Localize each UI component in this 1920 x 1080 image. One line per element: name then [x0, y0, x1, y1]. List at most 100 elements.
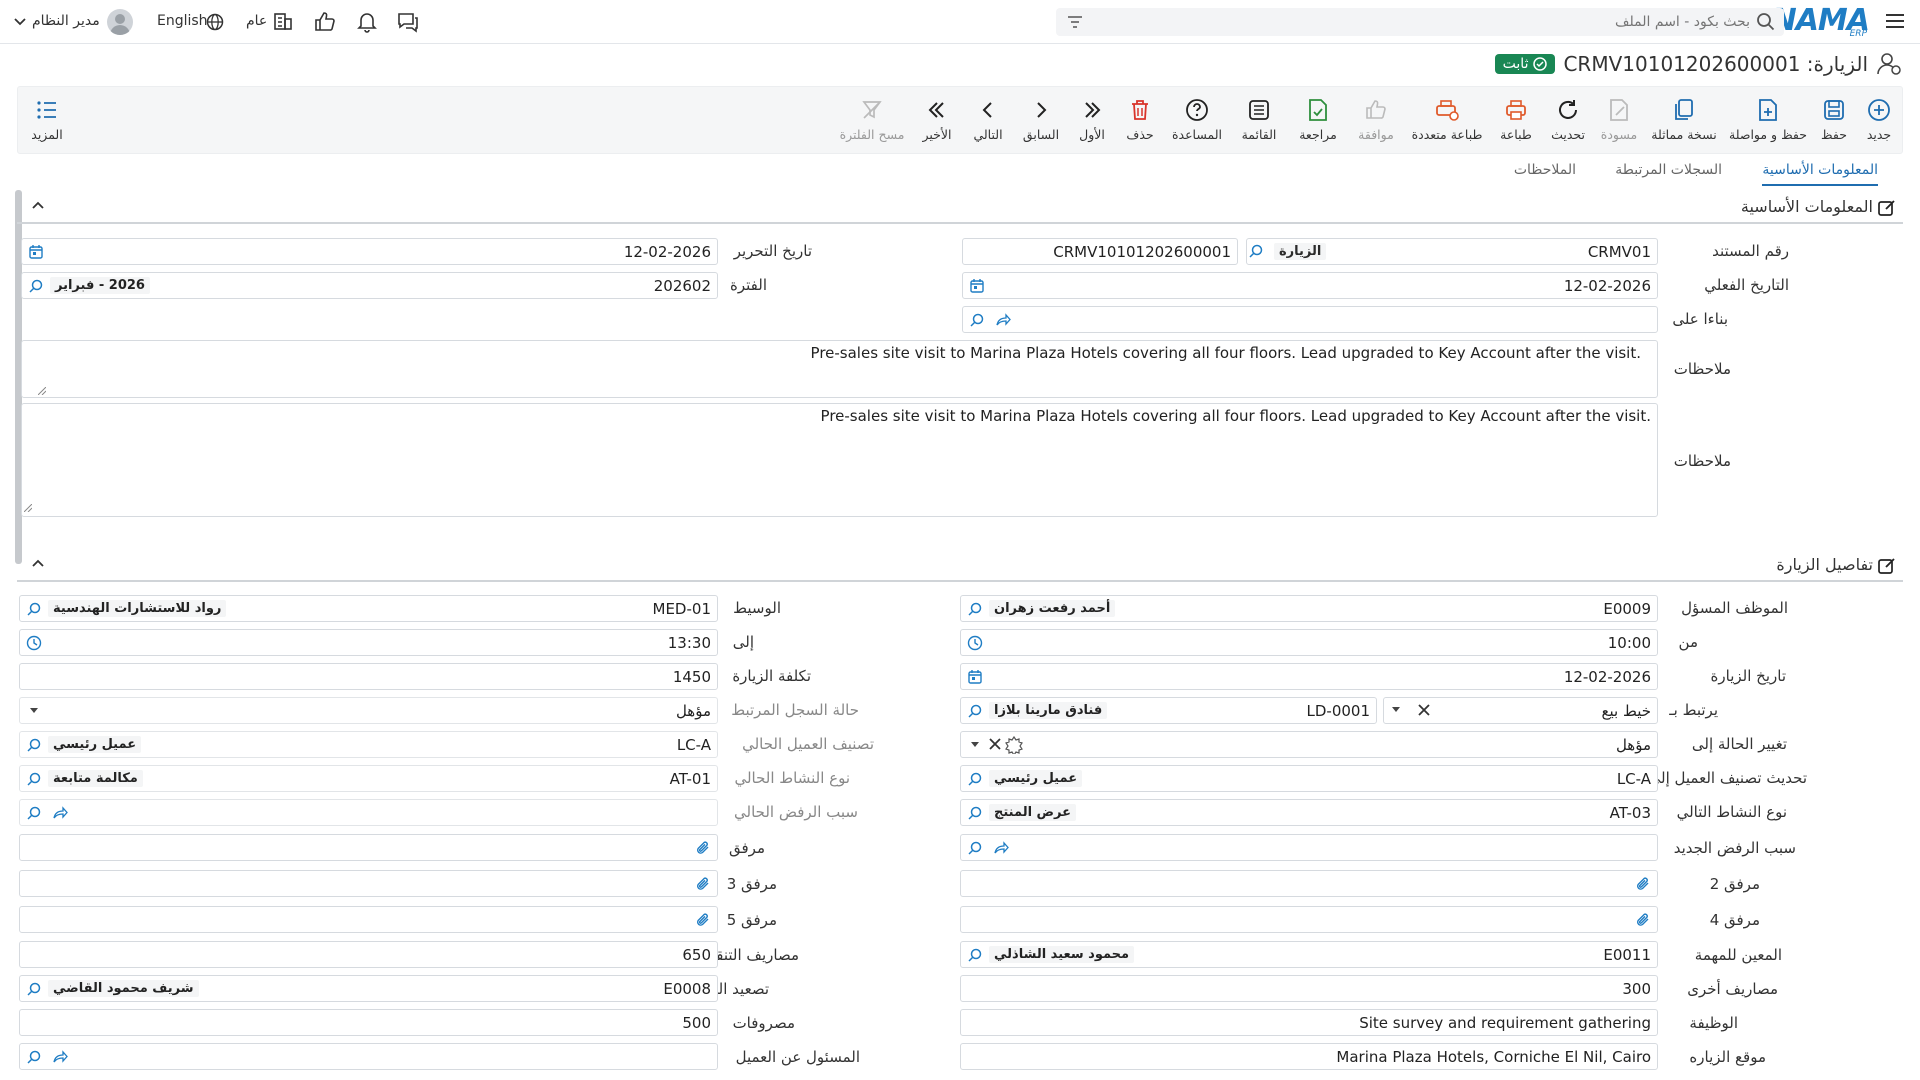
travel-label: مصاريف التنقل	[704, 946, 799, 964]
copy-button[interactable]: نسخة مماثلة	[1644, 87, 1724, 155]
print-button[interactable]: طباعة	[1490, 87, 1542, 155]
based-on-field[interactable]	[962, 306, 1658, 333]
attach3-field[interactable]	[19, 870, 718, 897]
search-icon	[26, 771, 42, 787]
language-en[interactable]: English	[157, 13, 208, 29]
attach5-field[interactable]	[19, 906, 718, 933]
attach4-field[interactable]	[960, 906, 1658, 933]
new-reject-field[interactable]	[960, 834, 1658, 861]
more-button[interactable]: المزيد	[22, 87, 72, 155]
globe-icon[interactable]	[206, 13, 224, 31]
current-activity-field: AT-01 مكالمة متابعة	[19, 765, 718, 792]
tab-notes[interactable]: الملاحظات	[1514, 162, 1576, 178]
assignee-field[interactable]: E0011 محمود سعيد الشاذلي	[960, 941, 1658, 968]
building-icon[interactable]	[272, 10, 294, 32]
avatar[interactable]	[107, 9, 133, 35]
from-time-field[interactable]: 10:00	[960, 629, 1658, 656]
trash-icon	[1129, 97, 1151, 123]
approve-button[interactable]: موافقة	[1348, 87, 1404, 155]
change-status-select[interactable]: مؤهل	[960, 731, 1658, 758]
language-ar[interactable]: عام	[246, 13, 267, 29]
visit-cost-field[interactable]: 1450	[19, 663, 718, 690]
doc-type-name: الزيارة	[1274, 243, 1327, 260]
attach-field[interactable]	[19, 834, 718, 861]
search-icon	[26, 981, 42, 997]
edit-date-field[interactable]: 12-02-2026	[21, 238, 718, 265]
period-field[interactable]: 202602 2026 - فبراير	[21, 272, 718, 299]
toolbar: جديد حفظ حفظ و مواصلة نسخة مماثلة مسودة …	[17, 86, 1903, 154]
visit-date-field[interactable]: 12-02-2026	[960, 663, 1658, 690]
tab-basic-info[interactable]: المعلومات الأساسية	[1762, 162, 1878, 178]
search-icon	[967, 601, 983, 617]
employee-field[interactable]: E0009 أحمد رفعت زهران	[960, 595, 1658, 622]
to-time-field[interactable]: 13:30	[19, 629, 718, 656]
logo[interactable]: NAMA ERP	[1772, 4, 1870, 40]
bell-icon[interactable]	[355, 10, 379, 34]
next-button[interactable]: التالي	[962, 87, 1014, 155]
travel-field[interactable]: 650	[19, 941, 718, 968]
badge-icon	[1005, 736, 1023, 754]
notes-textarea[interactable]: Pre-sales site visit to Marina Plaza Hot…	[21, 403, 1658, 517]
last-button[interactable]: الأخير	[912, 87, 962, 155]
notes-textarea[interactable]: Pre-sales site visit to Marina Plaza Hot…	[21, 340, 1658, 398]
save-continue-button[interactable]: حفظ و مواصلة	[1724, 87, 1812, 155]
clock-icon	[26, 635, 42, 651]
period-label: الفترة	[730, 276, 767, 294]
actual-date-field[interactable]: 12-02-2026	[962, 272, 1658, 299]
notes-label: ملاحظات	[1673, 360, 1731, 378]
search-icon	[26, 1049, 42, 1065]
search-icon[interactable]	[1248, 243, 1264, 259]
attach2-field[interactable]	[960, 870, 1658, 897]
clock-icon	[967, 635, 983, 651]
customer-rep-field[interactable]	[19, 1043, 718, 1070]
paperclip-icon	[695, 876, 711, 892]
thumbs-up-icon[interactable]	[313, 10, 337, 34]
broker-field[interactable]: MED-01 رواد للاستشارات الهندسية	[19, 595, 718, 622]
chevron-left-icon	[977, 97, 999, 123]
linked-record-field[interactable]: LD-0001 فنادق مارينا بلازا	[960, 697, 1377, 724]
section-basic-header[interactable]: المعلومات الأساسية	[17, 190, 1903, 224]
job-field[interactable]: Site survey and requirement gathering	[960, 1009, 1658, 1036]
linked-type-select[interactable]: خيط بيع	[1383, 697, 1658, 724]
user-name[interactable]: مدير النظام	[32, 13, 100, 29]
delete-button[interactable]: حذف	[1116, 87, 1164, 155]
page-title: الزيارة: CRMV10101202600001	[1563, 52, 1868, 76]
chevrons-left-icon	[926, 97, 948, 123]
file-check-icon	[1307, 97, 1329, 123]
list-button[interactable]: القائمة	[1230, 87, 1288, 155]
location-field[interactable]: Marina Plaza Hotels, Corniche El Nil, Ca…	[960, 1043, 1658, 1070]
notes-label: ملاحظات	[1673, 452, 1731, 470]
save-button[interactable]: حفظ	[1812, 87, 1856, 155]
first-button[interactable]: الأول	[1068, 87, 1116, 155]
multi-print-button[interactable]: طباعة متعددة	[1404, 87, 1490, 155]
filter-icon[interactable]	[1066, 13, 1084, 31]
next-activity-field[interactable]: AT-03 عرض المنتج	[960, 799, 1658, 826]
update-class-field[interactable]: LC-A عميل رئيسي	[960, 765, 1658, 792]
tab-related-records[interactable]: السجلات المرتبطة	[1615, 162, 1722, 178]
search-input[interactable]	[1110, 10, 1750, 34]
chat-icon[interactable]	[396, 10, 420, 34]
search-icon	[969, 312, 985, 328]
to-label: إلى	[732, 633, 754, 651]
paperclip-icon	[695, 912, 711, 928]
refresh-button[interactable]: تحديث	[1542, 87, 1594, 155]
clear-filter-button[interactable]: مسح الفلترة	[832, 87, 912, 155]
section-visit-header[interactable]: تفاصيل الزيارة	[17, 548, 1903, 582]
new-button[interactable]: جديد	[1856, 87, 1902, 155]
help-button[interactable]: المساعدة	[1164, 87, 1230, 155]
other-exp-field[interactable]: 300	[960, 975, 1658, 1002]
search-icon[interactable]	[1756, 12, 1776, 32]
next-activity-label: نوع النشاط التالي	[1676, 803, 1787, 821]
draft-button[interactable]: مسودة	[1594, 87, 1644, 155]
previous-button[interactable]: السابق	[1014, 87, 1068, 155]
menu-icon[interactable]	[1884, 10, 1906, 32]
employee-label: الموظف المسؤل	[1681, 599, 1788, 617]
visit-date-label: تاريخ الزيارة	[1710, 667, 1786, 685]
expenses-field[interactable]: 500	[19, 1009, 718, 1036]
review-button[interactable]: مراجعة	[1288, 87, 1348, 155]
chevron-down-icon[interactable]	[13, 17, 27, 27]
copy-icon	[1673, 97, 1695, 123]
doc-code-field[interactable]: CRMV10101202600001	[962, 238, 1238, 265]
search-icon	[967, 947, 983, 963]
escalate-field[interactable]: E0008 شريف محمود القاضي	[19, 975, 718, 1002]
